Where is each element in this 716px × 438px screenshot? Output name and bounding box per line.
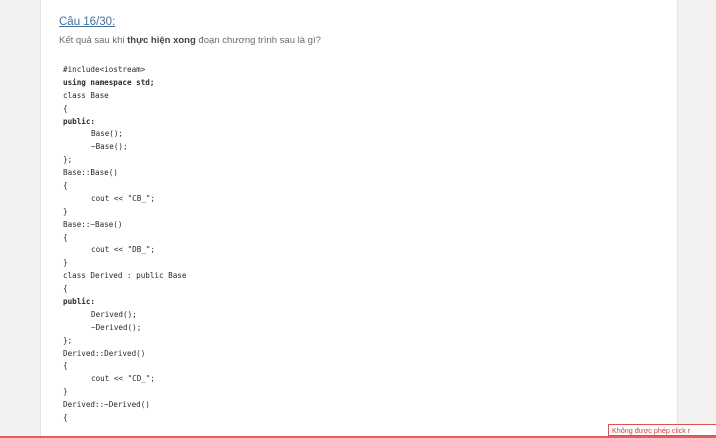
code-line: using namespace std; <box>63 77 155 87</box>
code-line: { <box>63 361 68 371</box>
code-line: Base(); <box>91 129 124 139</box>
question-number: Câu 16/30: <box>59 16 116 28</box>
prompt-text-before: Kết quả sau khi <box>59 35 128 46</box>
code-line: #include<iostream> <box>63 65 146 74</box>
code-block: #include<iostream> using namespace std; cl… <box>63 64 186 425</box>
code-line: Derived::~Derived() <box>63 400 150 410</box>
right-click-warning: Không được phép click r <box>608 424 716 436</box>
code-line: Base::Base() <box>63 168 118 178</box>
code-line: public: <box>63 116 96 126</box>
code-line: ~Derived(); <box>91 322 142 332</box>
code-line: cout << "CD_"; <box>91 374 156 384</box>
code-line: { <box>63 103 68 113</box>
code-line: Base::~Base() <box>63 219 123 229</box>
code-line: } <box>63 258 68 268</box>
code-line: { <box>63 232 68 242</box>
code-line: } <box>63 206 68 216</box>
code-line: public: <box>63 297 96 307</box>
code-line: { <box>63 284 68 294</box>
question-prompt: Kết quả sau khi thực hiện xong đoạn chươ… <box>59 35 321 46</box>
code-line: { <box>63 413 68 423</box>
code-line: class Base <box>63 90 109 100</box>
code-line: cout << "CB_"; <box>91 193 156 203</box>
code-line: class Derived : public Base <box>63 271 187 281</box>
code-line: cout << "DB_"; <box>91 245 156 255</box>
code-line: Derived::Derived() <box>63 348 146 358</box>
code-line: Derived(); <box>91 309 137 319</box>
prompt-text-after: đoạn chương trình sau là gì? <box>195 35 321 46</box>
code-line: { <box>63 181 68 191</box>
code-line: }; <box>63 155 73 165</box>
code-line: } <box>63 387 68 397</box>
code-line: ~Base(); <box>91 142 128 152</box>
code-line: }; <box>63 335 73 345</box>
question-panel: Câu 16/30: Kết quả sau khi thực hiện xon… <box>40 0 678 438</box>
prompt-text-bold: thực hiện xong <box>127 35 196 46</box>
